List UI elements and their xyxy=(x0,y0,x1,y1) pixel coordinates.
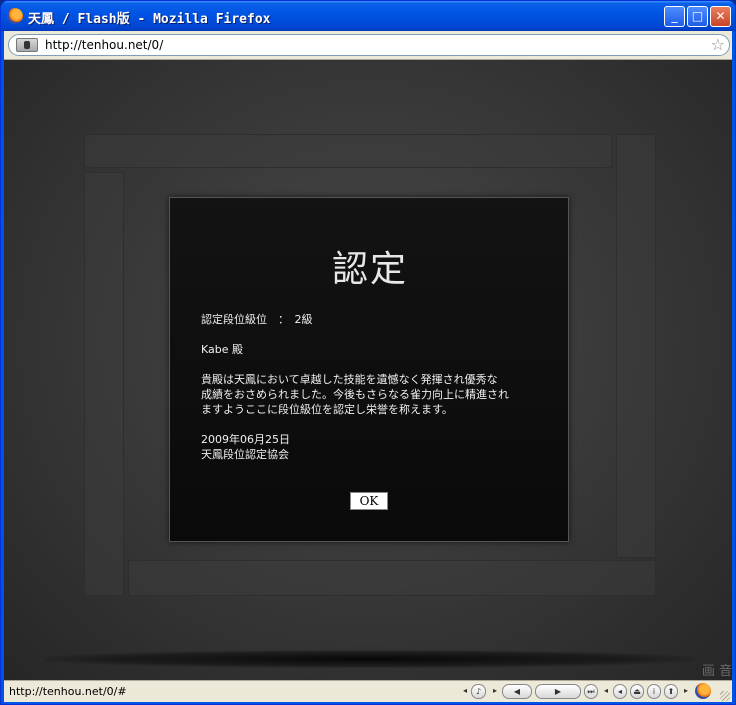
browser-window: 天鳳 / Flash版 - Mozilla Firefox _ □ ✕ http… xyxy=(0,0,736,705)
star-icon[interactable]: ☆ xyxy=(711,35,725,54)
maximize-button[interactable]: □ xyxy=(687,6,708,27)
volume-icon[interactable]: ◂ xyxy=(601,684,611,699)
site-identity-icon[interactable] xyxy=(16,38,38,52)
dialog-title: 認定 xyxy=(331,249,408,290)
frame-panel-left xyxy=(84,172,124,596)
firefox-logo-icon xyxy=(7,8,23,24)
close-button[interactable]: ✕ xyxy=(710,6,731,27)
skip-icon[interactable]: ⏭ xyxy=(584,684,598,699)
status-text: http://tenhou.net/0/# xyxy=(9,685,127,698)
window-title: 天鳳 / Flash版 - Mozilla Firefox xyxy=(28,12,271,27)
message-line: ますようここに段位級位を認定し栄誉を称えます。 xyxy=(201,403,453,416)
message-line: 成績をおさめられました。今後もさらなる雀力向上に精進され xyxy=(201,388,509,401)
frame-panel-top xyxy=(84,134,612,168)
frame-panel-bottom xyxy=(128,560,656,596)
resize-grip-icon[interactable] xyxy=(720,691,730,701)
info-icon[interactable]: i xyxy=(647,684,661,699)
firefox-status-icon[interactable] xyxy=(695,683,711,699)
prev-icon[interactable]: ◂ xyxy=(613,684,627,699)
message-line: 貴殿は天鳳において卓越した技能を遺憾なく発揮され優秀な xyxy=(201,373,498,386)
music-icon[interactable]: ♪ xyxy=(471,684,486,699)
upload-icon[interactable]: ⬆ xyxy=(664,684,678,699)
media-transport-icon[interactable]: ▶ xyxy=(535,684,581,699)
graphics-sound-toggle[interactable]: 画 音 xyxy=(702,660,732,679)
dialog-body: 認定段位級位 ： 2級 Kabe 殿 貴殿は天鳳において卓越した技能を遺憾なく発… xyxy=(201,312,531,462)
arrow-right-icon[interactable]: ▸ xyxy=(490,684,500,699)
scroll-left-icon[interactable]: ◂ xyxy=(460,684,470,699)
rank-line: 認定段位級位 ： 2級 xyxy=(201,313,313,326)
media-select-icon[interactable]: ◀ xyxy=(502,684,532,699)
floor-shadow xyxy=(44,650,694,668)
flash-content: 画 音 認定 認定段位級位 ： 2級 Kabe 殿 貴殿は天鳳において卓越した技… xyxy=(4,60,732,680)
date-line: 2009年06月25日 xyxy=(201,433,290,446)
frame-panel-right xyxy=(616,134,656,558)
minimize-button[interactable]: _ xyxy=(664,6,685,27)
issuer-line: 天鳳段位認定協会 xyxy=(201,448,289,461)
certification-dialog: 認定 認定段位級位 ： 2級 Kabe 殿 貴殿は天鳳において卓越した技能を遺憾… xyxy=(169,197,569,542)
recipient-line: Kabe 殿 xyxy=(201,343,244,356)
status-bar: http://tenhou.net/0/# ◂ ♪ ▸ ◀ ▶ ⏭ ◂ ◂ ⏏ … xyxy=(4,680,732,703)
address-bar: http://tenhou.net/0/ ☆ xyxy=(4,31,732,60)
eject-icon[interactable]: ⏏ xyxy=(630,684,644,699)
url-text[interactable]: http://tenhou.net/0/ xyxy=(45,38,163,52)
url-field[interactable]: http://tenhou.net/0/ ☆ xyxy=(8,34,730,56)
ok-button[interactable]: OK xyxy=(350,492,388,510)
arrow-right-icon[interactable]: ▸ xyxy=(681,684,691,699)
title-bar[interactable]: 天鳳 / Flash版 - Mozilla Firefox _ □ ✕ xyxy=(1,1,735,31)
